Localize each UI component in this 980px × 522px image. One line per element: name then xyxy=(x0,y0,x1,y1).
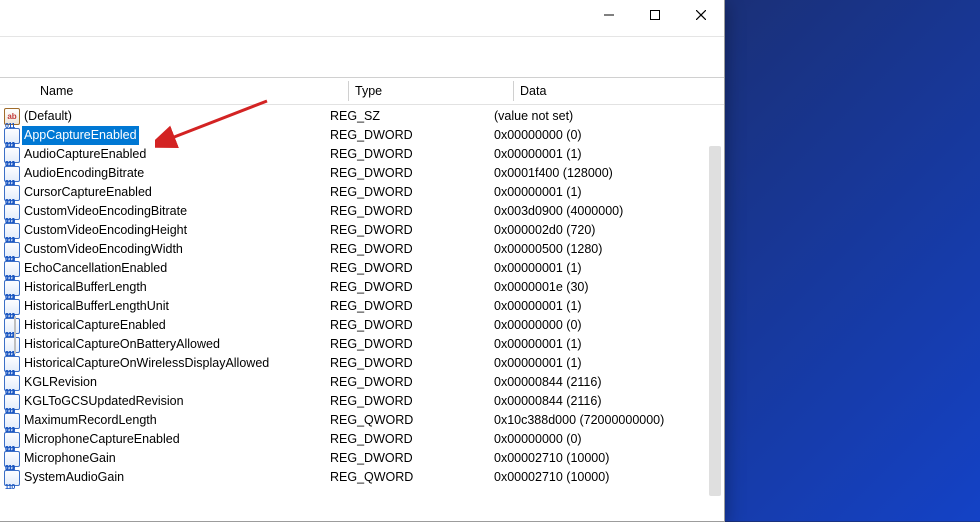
vertical-scrollbar[interactable] xyxy=(709,146,721,496)
reg-binary-icon: 011 110 xyxy=(4,470,20,486)
table-row[interactable]: 011 110KGLRevisionREG_DWORD0x00000844 (2… xyxy=(0,373,724,392)
value-type: REG_DWORD xyxy=(324,240,488,259)
value-name: HistoricalCaptureEnabled xyxy=(22,316,168,335)
value-type: REG_DWORD xyxy=(324,145,488,164)
value-data: 0x00000844 (2116) xyxy=(488,392,724,411)
column-header-type[interactable]: Type xyxy=(349,84,513,98)
address-bar-area xyxy=(0,37,724,78)
value-type: REG_DWORD xyxy=(324,297,488,316)
value-data: 0x00000000 (0) xyxy=(488,430,724,449)
table-row[interactable]: 011 110MicrophoneCaptureEnabledREG_DWORD… xyxy=(0,430,724,449)
table-row[interactable]: 011 110CustomVideoEncodingBitrateREG_DWO… xyxy=(0,202,724,221)
value-data: 0x00000500 (1280) xyxy=(488,240,724,259)
value-data: 0x00000001 (1) xyxy=(488,259,724,278)
table-row[interactable]: 011 110CustomVideoEncodingHeightREG_DWOR… xyxy=(0,221,724,240)
table-row[interactable]: 011 110HistoricalBufferLengthREG_DWORD0x… xyxy=(0,278,724,297)
value-type: REG_DWORD xyxy=(324,430,488,449)
maximize-button[interactable] xyxy=(632,0,678,30)
value-name: CustomVideoEncodingBitrate xyxy=(22,202,189,221)
value-data: 0x00000844 (2116) xyxy=(488,373,724,392)
value-type: REG_DWORD xyxy=(324,126,488,145)
value-name: CursorCaptureEnabled xyxy=(22,183,154,202)
value-name: EchoCancellationEnabled xyxy=(22,259,169,278)
value-name: MicrophoneGain xyxy=(22,449,118,468)
value-type: REG_SZ xyxy=(324,107,488,126)
value-type: REG_DWORD xyxy=(324,259,488,278)
value-data: 0x00000001 (1) xyxy=(488,183,724,202)
table-row[interactable]: ab(Default)REG_SZ(value not set) xyxy=(0,107,724,126)
column-header-data[interactable]: Data xyxy=(514,84,724,98)
table-row[interactable]: 011 110HistoricalCaptureOnBatteryAllowed… xyxy=(0,335,724,354)
value-type: REG_DWORD xyxy=(324,221,488,240)
table-row[interactable]: 011 110AppCaptureEnabledREG_DWORD0x00000… xyxy=(0,126,724,145)
value-data: 0x0001f400 (128000) xyxy=(488,164,724,183)
table-row[interactable]: 011 110EchoCancellationEnabledREG_DWORD0… xyxy=(0,259,724,278)
table-row[interactable]: 011 110MicrophoneGainREG_DWORD0x00002710… xyxy=(0,449,724,468)
value-data: 0x00000001 (1) xyxy=(488,297,724,316)
table-row[interactable]: 011 110CustomVideoEncodingWidthREG_DWORD… xyxy=(0,240,724,259)
value-data: 0x00000001 (1) xyxy=(488,145,724,164)
table-row[interactable]: 011 110CursorCaptureEnabledREG_DWORD0x00… xyxy=(0,183,724,202)
close-icon xyxy=(696,10,706,20)
column-header-name[interactable]: Name xyxy=(34,84,348,98)
minimize-icon xyxy=(604,10,614,20)
value-data: 0x0000001e (30) xyxy=(488,278,724,297)
value-type: REG_DWORD xyxy=(324,335,488,354)
value-data: 0x00000001 (1) xyxy=(488,335,724,354)
value-data: 0x10c388d000 (72000000000) xyxy=(488,411,724,430)
values-list: Name Type Data ab(Default)REG_SZ(value n… xyxy=(0,78,724,521)
value-type: REG_DWORD xyxy=(324,354,488,373)
value-type: REG_QWORD xyxy=(324,411,488,430)
tree-scrollbar-fragment[interactable] xyxy=(14,316,16,354)
value-name: (Default) xyxy=(22,107,74,126)
table-row[interactable]: 011 110HistoricalCaptureEnabledREG_DWORD… xyxy=(0,316,724,335)
value-name: HistoricalBufferLength xyxy=(22,278,149,297)
value-name: HistoricalCaptureOnBatteryAllowed xyxy=(22,335,222,354)
value-data: 0x00000000 (0) xyxy=(488,316,724,335)
table-row[interactable]: 011 110AudioCaptureEnabledREG_DWORD0x000… xyxy=(0,145,724,164)
table-row[interactable]: 011 110MaximumRecordLengthREG_QWORD0x10c… xyxy=(0,411,724,430)
column-header-row: Name Type Data xyxy=(0,78,724,105)
value-name: HistoricalCaptureOnWirelessDisplayAllowe… xyxy=(22,354,271,373)
value-data: 0x003d0900 (4000000) xyxy=(488,202,724,221)
registry-editor-window: Name Type Data ab(Default)REG_SZ(value n… xyxy=(0,0,725,522)
value-type: REG_DWORD xyxy=(324,392,488,411)
value-name: SystemAudioGain xyxy=(22,468,126,487)
value-data: 0x00000000 (0) xyxy=(488,126,724,145)
value-name: MaximumRecordLength xyxy=(22,411,159,430)
table-row[interactable]: 011 110HistoricalBufferLengthUnitREG_DWO… xyxy=(0,297,724,316)
value-name: KGLToGCSUpdatedRevision xyxy=(22,392,186,411)
table-row[interactable]: 011 110KGLToGCSUpdatedRevisionREG_DWORD0… xyxy=(0,392,724,411)
value-type: REG_DWORD xyxy=(324,183,488,202)
value-data: 0x00002710 (10000) xyxy=(488,468,724,487)
table-row[interactable]: 011 110SystemAudioGain REG_QWORD0x0000271… xyxy=(0,468,724,487)
value-data: 0x00000001 (1) xyxy=(488,354,724,373)
value-type: REG_QWORD xyxy=(324,468,488,487)
titlebar xyxy=(0,0,724,37)
value-data: 0x00002710 (10000) xyxy=(488,449,724,468)
close-button[interactable] xyxy=(678,0,724,30)
value-name: AudioCaptureEnabled xyxy=(22,145,148,164)
value-type: REG_DWORD xyxy=(324,278,488,297)
value-type: REG_DWORD xyxy=(324,373,488,392)
value-type: REG_DWORD xyxy=(324,449,488,468)
maximize-icon xyxy=(650,10,660,20)
value-type: REG_DWORD xyxy=(324,164,488,183)
value-name: KGLRevision xyxy=(22,373,99,392)
value-data: 0x000002d0 (720) xyxy=(488,221,724,240)
value-name: CustomVideoEncodingHeight xyxy=(22,221,189,240)
value-name: AppCaptureEnabled xyxy=(22,126,139,145)
table-row[interactable]: 011 110HistoricalCaptureOnWirelessDispla… xyxy=(0,354,724,373)
value-name: AudioEncodingBitrate xyxy=(22,164,146,183)
minimize-button[interactable] xyxy=(586,0,632,30)
value-type: REG_DWORD xyxy=(324,316,488,335)
table-row[interactable]: 011 110AudioEncodingBitrateREG_DWORD0x00… xyxy=(0,164,724,183)
value-name: HistoricalBufferLengthUnit xyxy=(22,297,171,316)
value-name: CustomVideoEncodingWidth xyxy=(22,240,185,259)
value-name: MicrophoneCaptureEnabled xyxy=(22,430,182,449)
list-rows: ab(Default)REG_SZ(value not set)011 110A… xyxy=(0,105,724,487)
value-data: (value not set) xyxy=(488,107,724,126)
value-type: REG_DWORD xyxy=(324,202,488,221)
